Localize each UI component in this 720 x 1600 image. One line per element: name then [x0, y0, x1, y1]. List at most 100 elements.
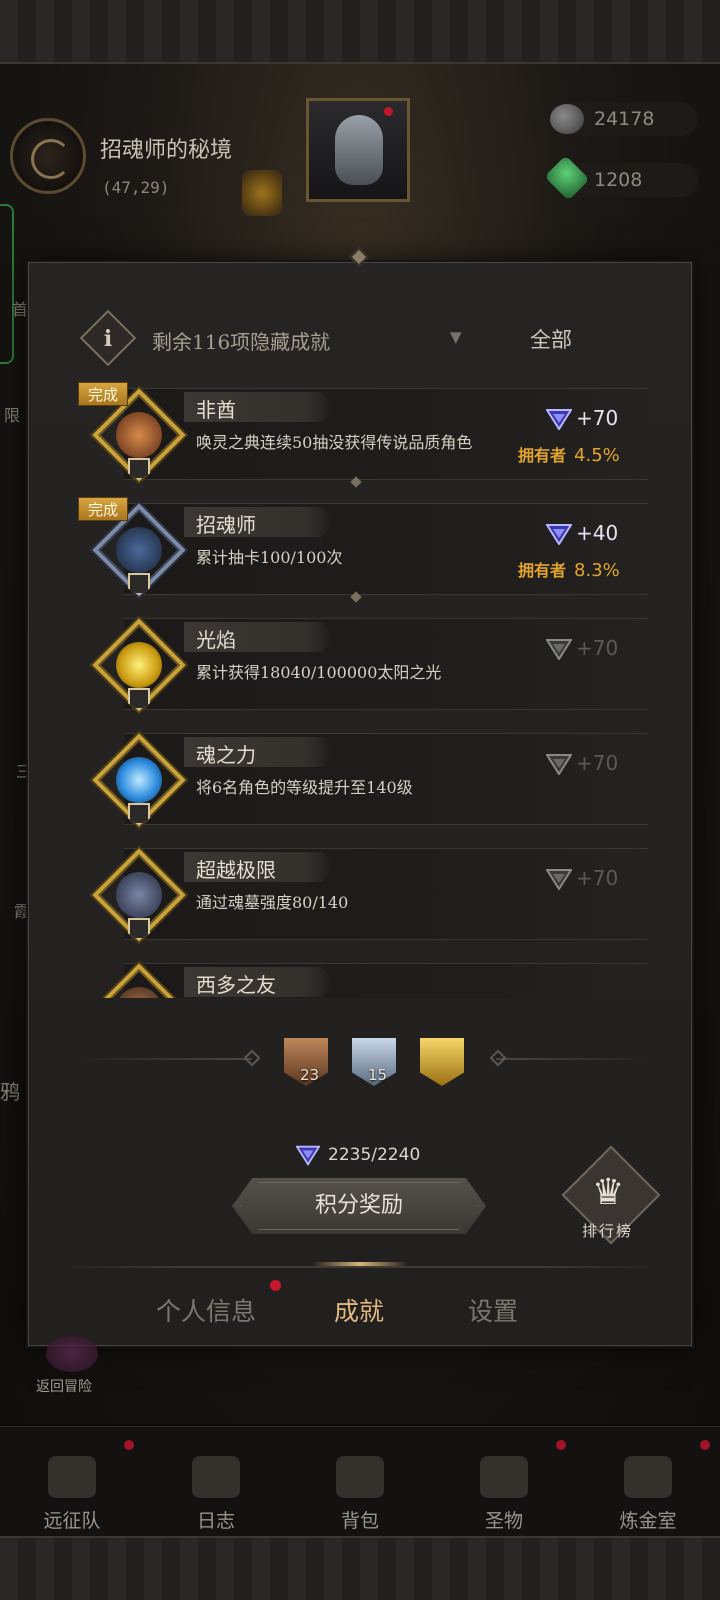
location-name: 招魂师的秘境 — [100, 138, 233, 163]
active-tab-indicator — [312, 1262, 408, 1266]
notification-dot — [700, 1440, 710, 1450]
notification-dot — [556, 1440, 566, 1450]
achievement-row[interactable]: 完成 非酋 唤灵之典连续50抽没获得传说品质角色 +70 拥有者 4.5% — [78, 378, 648, 490]
stone-icon — [550, 104, 584, 134]
rank-mini-icon — [128, 918, 150, 940]
points-triangle-icon — [546, 869, 572, 890]
scroll-icon — [192, 1456, 240, 1498]
notification-dot — [270, 1280, 281, 1291]
chief-portrait-icon — [116, 412, 162, 458]
owner-label: 拥有者 — [518, 446, 567, 465]
achievement-badge — [90, 961, 186, 998]
points-triangle-icon — [296, 1145, 320, 1166]
summoner-shrine-icon — [116, 527, 162, 573]
nav-relics[interactable]: 圣物 — [432, 1426, 576, 1536]
points-triangle-icon — [546, 754, 572, 775]
crown-icon: ♛ — [592, 1172, 625, 1213]
achievement-row[interactable]: 完成 招魂师 累计抽卡100/100次 +40 拥有者 8.3% — [78, 493, 648, 605]
side-panel-edge[interactable] — [0, 204, 14, 364]
achievement-points: +70 — [576, 636, 619, 660]
filter-dropdown[interactable]: 全部 — [530, 324, 572, 354]
resource-value: 1208 — [594, 169, 643, 191]
tab-settings[interactable]: 设置 — [468, 1292, 518, 1328]
nav-label: 炼金室 — [619, 1510, 677, 1532]
rank-mini-icon — [128, 688, 150, 710]
top-ornament-border — [0, 0, 720, 64]
completed-tag: 完成 — [78, 497, 128, 521]
avatar — [335, 115, 383, 185]
location-coords: (47,29) — [102, 178, 170, 197]
achievement-title: 光焰 — [196, 628, 236, 652]
achievement-points: +70 — [576, 406, 619, 430]
nav-label: 圣物 — [484, 1510, 523, 1532]
alchemy-icon — [624, 1456, 672, 1498]
achievement-desc: 累计抽卡100/100次 — [196, 548, 343, 567]
nav-expedition[interactable]: 远征队 — [0, 1426, 144, 1536]
achievement-desc: 将6名角色的等级提升至140级 — [196, 778, 413, 797]
chevron-down-icon[interactable]: ▼ — [450, 328, 462, 346]
return-adventure-label[interactable]: 返回冒险 — [36, 1376, 92, 1396]
achievement-row[interactable]: 光焰 累计获得18040/100000太阳之光 +70 — [78, 608, 648, 720]
points-triangle-icon — [546, 639, 572, 660]
bottom-ornament-border — [0, 1536, 720, 1600]
achievement-row[interactable]: 超越极限 通过魂墓强度80/140 +70 — [78, 838, 648, 950]
nav-backpack[interactable]: 背包 — [288, 1426, 432, 1536]
nav-label: 远征队 — [43, 1510, 101, 1532]
achievement-title: 非酋 — [196, 398, 236, 422]
nav-alchemy[interactable]: 炼金室 — [576, 1426, 720, 1536]
achievement-row[interactable]: 魂之力 将6名角色的等级提升至140级 +70 — [78, 723, 648, 835]
relic-icon — [480, 1456, 528, 1498]
total-score: 2235/2240 — [328, 1145, 421, 1165]
achievement-points: +70 — [576, 866, 619, 890]
silver-rank-count: 15 — [368, 1066, 388, 1084]
achievement-title: 招魂师 — [196, 513, 256, 537]
temple-icon — [116, 872, 162, 918]
hidden-achievements-count: 剩余116项隐藏成就 — [152, 330, 331, 354]
notification-dot — [124, 1440, 134, 1450]
location-emblem-icon[interactable] — [10, 118, 86, 194]
backpack-icon — [336, 1456, 384, 1498]
nav-label: 日志 — [196, 1510, 235, 1532]
achievement-badge — [90, 731, 186, 827]
achievement-badge — [90, 846, 186, 942]
divider-right — [496, 1058, 646, 1060]
achievement-row[interactable]: 西多之友 — [78, 953, 648, 998]
achievement-title: 魂之力 — [196, 743, 256, 767]
achievement-desc: 累计获得18040/100000太阳之光 — [196, 663, 442, 682]
tabs-divider — [56, 1266, 664, 1268]
nav-journal[interactable]: 日志 — [144, 1426, 288, 1536]
rank-mini-icon — [128, 458, 150, 480]
side-label: 限 — [4, 406, 21, 425]
portal-icon[interactable] — [46, 1336, 98, 1372]
rank-mini-icon — [128, 573, 150, 595]
notification-dot — [384, 107, 393, 116]
points-reward-button[interactable]: 积分奖励 — [232, 1178, 486, 1234]
achievement-title: 西多之友 — [196, 973, 276, 997]
achievement-list[interactable]: 完成 非酋 唤灵之典连续50抽没获得传说品质角色 +70 拥有者 4.5% 完成 … — [78, 378, 648, 998]
achievement-desc: 唤灵之典连续50抽没获得传说品质角色 — [196, 433, 473, 452]
tab-achievements[interactable]: 成就 — [334, 1292, 384, 1328]
tab-profile[interactable]: 个人信息 — [156, 1292, 256, 1328]
player-portrait[interactable] — [306, 98, 410, 202]
points-triangle-icon — [546, 409, 572, 430]
owner-label: 拥有者 — [518, 561, 567, 580]
points-triangle-icon — [546, 524, 572, 545]
owner-pct: 8.3% — [574, 560, 620, 581]
sun-lantern-icon — [116, 642, 162, 688]
resource-value: 24178 — [594, 108, 655, 130]
info-glyph: i — [103, 326, 113, 352]
divider-left — [84, 1058, 252, 1060]
achievement-desc: 通过魂墓强度80/140 — [196, 893, 349, 912]
rank-mini-icon — [128, 803, 150, 825]
achievement-title: 超越极限 — [196, 858, 276, 882]
achievement-badge — [90, 616, 186, 712]
owner-pct: 4.5% — [574, 445, 620, 466]
leaderboard-label: 排行榜 — [582, 1222, 634, 1240]
bronze-rank-count: 23 — [300, 1066, 320, 1084]
achievement-points: +70 — [576, 751, 619, 775]
helmet-icon — [48, 1456, 96, 1498]
nav-label: 背包 — [340, 1510, 379, 1532]
soul-trident-icon — [116, 757, 162, 803]
lantern-icon — [242, 170, 282, 216]
achievement-points: +40 — [576, 521, 619, 545]
